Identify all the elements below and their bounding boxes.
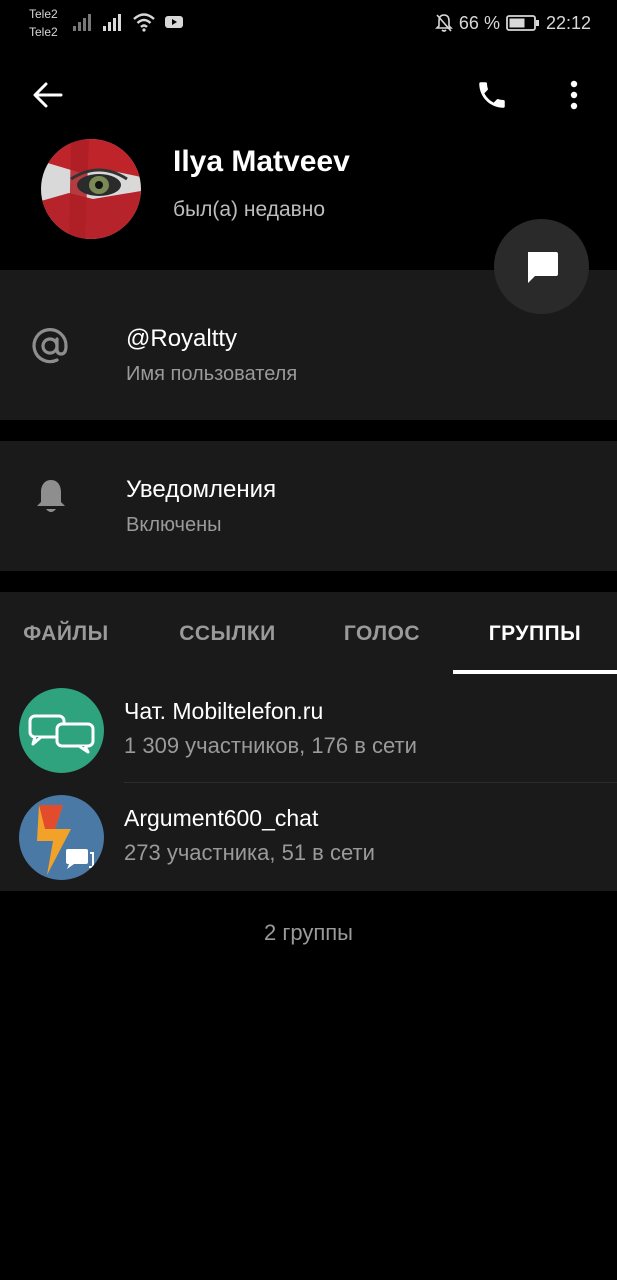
active-tab-indicator (453, 670, 617, 674)
notifications-title: Уведомления (126, 476, 277, 503)
back-button[interactable] (24, 72, 72, 118)
profile-name: Ilya Matveev (173, 145, 350, 178)
bell-icon (34, 477, 68, 520)
carrier-label: Tele2 (29, 7, 58, 21)
group-list-item[interactable]: Argument600_chat 273 участника, 51 в сет… (0, 783, 617, 891)
group-members: 273 участника, 51 в сети (124, 840, 375, 865)
tab-files[interactable]: ФАЙЛЫ (0, 592, 132, 676)
tab-groups[interactable]: ГРУППЫ (453, 592, 617, 676)
message-button[interactable] (494, 219, 589, 314)
more-menu-button[interactable] (552, 72, 596, 118)
profile-status: был(а) недавно (173, 198, 326, 221)
group-name: Argument600_chat (124, 805, 319, 831)
wifi-icon (133, 13, 155, 32)
more-vertical-icon (570, 80, 578, 110)
phone-icon (479, 82, 505, 108)
carrier-label: Tele2 (29, 25, 58, 39)
groups-count: 2 группы (264, 920, 353, 945)
status-right: 66 % 22:12 (434, 12, 591, 34)
status-bar: Tele2 Tele2 66 % 22:12 (0, 0, 617, 48)
notifications-status: Включены (126, 514, 222, 536)
bell-off-icon (434, 14, 453, 32)
group-members: 1 309 участников, 176 в сети (124, 733, 417, 758)
chat-bubbles-icon (19, 688, 104, 773)
media-tabs: ФАЙЛЫ ССЫЛКИ ГОЛОС ГРУППЫ (0, 592, 617, 677)
username-value: @Royaltty (126, 325, 238, 352)
at-icon (30, 326, 70, 371)
call-button[interactable] (468, 72, 516, 118)
arrow-left-icon (33, 82, 63, 108)
tab-voice[interactable]: ГОЛОС (312, 592, 452, 676)
battery-percent: 66 % (458, 12, 500, 33)
group-list-item[interactable]: Чат. Mobiltelefon.ru 1 309 участников, 1… (0, 676, 617, 784)
username-label: Имя пользователя (126, 363, 298, 385)
status-icons (72, 12, 184, 32)
group-avatar (19, 688, 104, 773)
profile-avatar[interactable] (41, 139, 141, 239)
youtube-icon (165, 16, 183, 28)
clock: 22:12 (545, 12, 591, 33)
signal-icon (103, 14, 121, 31)
avatar-image (41, 139, 141, 239)
message-icon (527, 251, 558, 283)
lightning-icon (19, 795, 104, 880)
group-avatar (19, 795, 104, 880)
tab-links[interactable]: ССЫЛКИ (150, 592, 305, 676)
group-name: Чат. Mobiltelefon.ru (124, 698, 324, 724)
signal-icon (73, 14, 91, 31)
notifications-row[interactable]: Уведомления Включены (0, 441, 617, 571)
battery-icon (506, 15, 539, 31)
